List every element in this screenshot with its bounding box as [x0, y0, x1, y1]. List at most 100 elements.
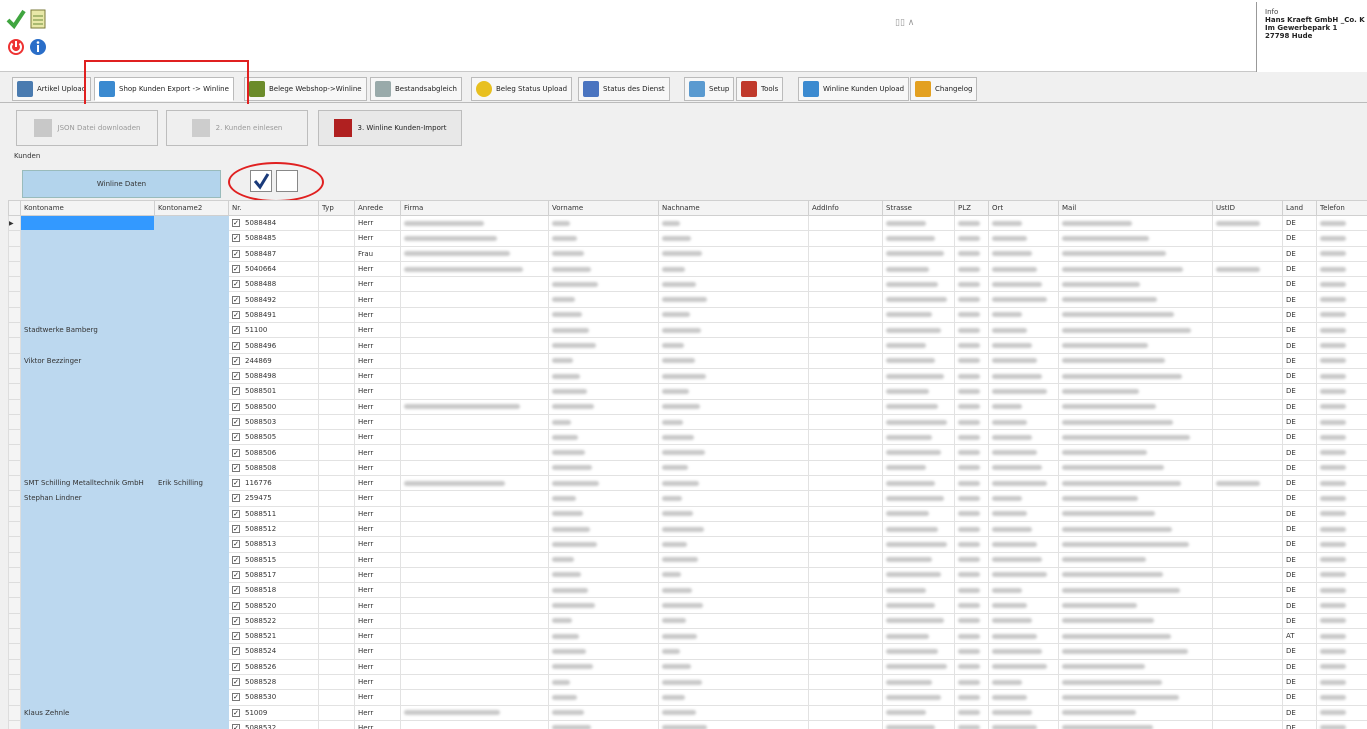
firma-cell[interactable] — [400, 490, 549, 507]
table-row[interactable]: ✓ 5088528 Herr DE — [8, 673, 1367, 691]
plz-cell[interactable] — [954, 505, 989, 522]
column-header-telefon[interactable]: Telefon — [1316, 200, 1367, 216]
ustid-cell[interactable] — [1212, 276, 1283, 293]
strasse-cell[interactable] — [882, 582, 955, 599]
anrede-cell[interactable]: Herr — [354, 520, 401, 538]
row-checkbox[interactable]: ✓ — [232, 372, 240, 381]
land-cell[interactable]: DE — [1282, 306, 1317, 324]
row-header[interactable] — [8, 459, 21, 477]
nr-cell[interactable]: ✓ 5088517 — [228, 566, 319, 584]
firma-cell[interactable] — [400, 597, 549, 614]
firma-cell[interactable] — [400, 306, 549, 324]
table-row[interactable]: ✓ 5088485 Herr DE — [8, 230, 1367, 247]
row-checkbox[interactable]: ✓ — [232, 265, 240, 274]
kontoname2-cell[interactable] — [154, 214, 229, 232]
row-header[interactable] — [8, 628, 21, 645]
kontoname2-cell[interactable] — [154, 566, 229, 584]
land-cell[interactable]: DE — [1282, 291, 1317, 308]
addinfo-cell[interactable] — [808, 245, 883, 262]
table-row[interactable]: ✓ 5088522 Herr DE — [8, 612, 1367, 630]
addinfo-cell[interactable] — [808, 643, 883, 660]
nr-cell[interactable]: ✓ 5088488 — [228, 276, 319, 293]
telefon-cell[interactable] — [1316, 505, 1367, 522]
land-cell[interactable]: DE — [1282, 383, 1317, 400]
anrede-cell[interactable]: Herr — [354, 337, 401, 354]
row-checkbox[interactable]: ✓ — [232, 662, 240, 671]
firma-cell[interactable] — [400, 444, 549, 461]
addinfo-cell[interactable] — [808, 597, 883, 614]
ustid-cell[interactable] — [1212, 352, 1283, 369]
strasse-cell[interactable] — [882, 230, 955, 247]
kontoname-cell[interactable] — [20, 444, 155, 461]
tab-belege-webshop[interactable]: Belege Webshop->Winline — [244, 77, 367, 101]
kontoname2-cell[interactable] — [154, 704, 229, 721]
anrede-cell[interactable]: Herr — [354, 658, 401, 675]
tab-tools[interactable]: Tools — [736, 77, 784, 101]
nr-cell[interactable]: ✓ 5088500 — [228, 398, 319, 415]
column-header-mail[interactable]: Mail — [1058, 200, 1213, 216]
vorname-cell[interactable] — [548, 673, 659, 691]
ustid-cell[interactable] — [1212, 230, 1283, 247]
row-header[interactable] — [8, 719, 21, 729]
land-cell[interactable]: DE — [1282, 276, 1317, 293]
telefon-cell[interactable] — [1316, 582, 1367, 599]
mail-cell[interactable] — [1058, 260, 1213, 278]
firma-cell[interactable] — [400, 719, 549, 729]
tab-status-des-dienst[interactable]: Status des Dienst — [578, 77, 670, 101]
telefon-cell[interactable] — [1316, 429, 1367, 446]
kontoname2-cell[interactable] — [154, 306, 229, 324]
anrede-cell[interactable]: Herr — [354, 612, 401, 630]
telefon-cell[interactable] — [1316, 276, 1367, 293]
kontoname-cell[interactable] — [20, 230, 155, 247]
addinfo-cell[interactable] — [808, 658, 883, 675]
nachname-cell[interactable] — [658, 490, 809, 507]
addinfo-cell[interactable] — [808, 429, 883, 446]
strasse-cell[interactable] — [882, 643, 955, 660]
vorname-cell[interactable] — [548, 230, 659, 247]
strasse-cell[interactable] — [882, 566, 955, 584]
typ-cell[interactable] — [318, 291, 355, 308]
telefon-cell[interactable] — [1316, 551, 1367, 568]
mail-cell[interactable] — [1058, 719, 1213, 729]
row-header[interactable] — [8, 383, 21, 400]
plz-cell[interactable] — [954, 643, 989, 660]
vorname-cell[interactable] — [548, 429, 659, 446]
nr-cell[interactable]: ✓ 5088506 — [228, 444, 319, 461]
table-row[interactable]: ✓ 5088498 Herr DE — [8, 367, 1367, 385]
kontoname2-cell[interactable] — [154, 628, 229, 645]
nachname-cell[interactable] — [658, 260, 809, 278]
column-header-vorname[interactable]: Vorname — [548, 200, 659, 216]
firma-cell[interactable] — [400, 352, 549, 369]
anrede-cell[interactable]: Herr — [354, 490, 401, 507]
land-cell[interactable]: DE — [1282, 505, 1317, 522]
nr-cell[interactable]: ✓ 5088515 — [228, 551, 319, 568]
info-icon[interactable] — [28, 36, 48, 58]
typ-cell[interactable] — [318, 459, 355, 477]
ort-cell[interactable] — [988, 230, 1059, 247]
typ-cell[interactable] — [318, 367, 355, 385]
nr-cell[interactable]: ✓ 5040664 — [228, 260, 319, 278]
land-cell[interactable]: DE — [1282, 413, 1317, 431]
strasse-cell[interactable] — [882, 689, 955, 706]
land-cell[interactable]: DE — [1282, 260, 1317, 278]
row-header[interactable] — [8, 413, 21, 431]
vorname-cell[interactable] — [548, 719, 659, 729]
firma-cell[interactable] — [400, 658, 549, 675]
row-checkbox[interactable]: ✓ — [232, 326, 240, 335]
strasse-cell[interactable] — [882, 536, 955, 553]
mail-cell[interactable] — [1058, 520, 1213, 538]
checkmark-icon[interactable] — [6, 8, 26, 30]
land-cell[interactable]: DE — [1282, 689, 1317, 706]
vorname-cell[interactable] — [548, 475, 659, 492]
vorname-cell[interactable] — [548, 551, 659, 568]
ustid-cell[interactable] — [1212, 383, 1283, 400]
ort-cell[interactable] — [988, 291, 1059, 308]
row-checkbox[interactable]: ✓ — [232, 723, 240, 729]
vorname-cell[interactable] — [548, 459, 659, 477]
telefon-cell[interactable] — [1316, 719, 1367, 729]
row-checkbox[interactable]: ✓ — [232, 570, 240, 579]
strasse-cell[interactable] — [882, 367, 955, 385]
plz-cell[interactable] — [954, 306, 989, 324]
addinfo-cell[interactable] — [808, 490, 883, 507]
telefon-cell[interactable] — [1316, 291, 1367, 308]
